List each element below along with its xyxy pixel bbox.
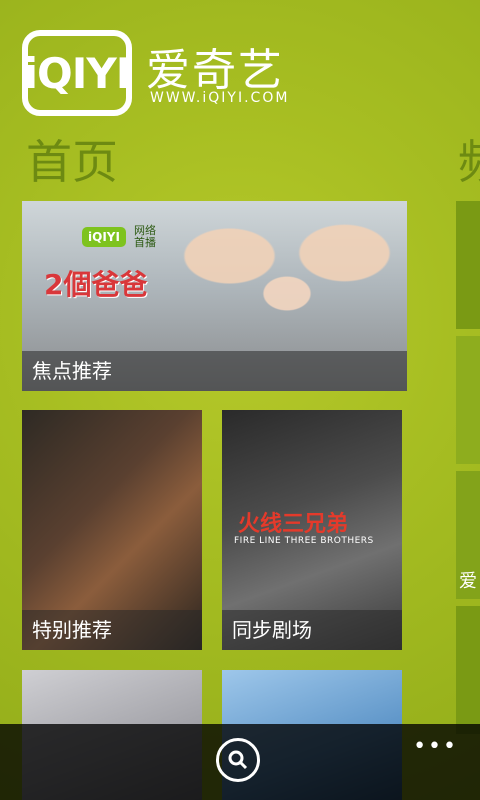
side-tile-2[interactable] xyxy=(456,336,480,464)
tile-featured[interactable]: iQIYI 网络 首播 2個爸爸 焦点推荐 xyxy=(22,201,407,391)
next-section-title[interactable]: 频 xyxy=(458,126,480,192)
logo-chinese-name: 爱奇艺 xyxy=(146,45,284,96)
tile-label: 同步剧场 xyxy=(222,610,402,650)
more-menu-button[interactable]: ••• xyxy=(413,734,458,759)
featured-image xyxy=(172,211,402,361)
poster-text: 2個爸爸 xyxy=(44,268,148,301)
app-bar: ••• xyxy=(0,724,480,800)
tile-label: 特别推荐 xyxy=(22,610,202,650)
side-tile-3[interactable]: 爱 xyxy=(456,471,480,599)
mini-logo-caption: 网络 首播 xyxy=(134,224,156,249)
side-tile-1[interactable] xyxy=(456,201,480,329)
iqiyi-logo-mark: iQIYI xyxy=(22,30,132,116)
search-icon xyxy=(228,750,248,770)
search-button[interactable] xyxy=(216,738,260,782)
side-tile-label: 爱 xyxy=(459,571,477,592)
tile-sync-theater[interactable]: 火线三兄弟 FIRE LINE THREE BROTHERS 同步剧场 xyxy=(222,410,402,650)
app-logo: iQIYI 爱奇艺 WWW.iQIYI.COM xyxy=(22,30,322,116)
logo-url: WWW.iQIYI.COM xyxy=(150,90,290,106)
page-title: 首页 xyxy=(26,135,118,189)
tile-special[interactable]: 特别推荐 xyxy=(22,410,202,650)
poster-subtitle: FIRE LINE THREE BROTHERS xyxy=(234,536,374,546)
side-tile-4[interactable] xyxy=(456,606,480,734)
poster-title: 火线三兄弟 xyxy=(238,512,349,537)
mini-logo: iQIYI xyxy=(82,227,126,247)
tile-label: 焦点推荐 xyxy=(22,351,407,391)
